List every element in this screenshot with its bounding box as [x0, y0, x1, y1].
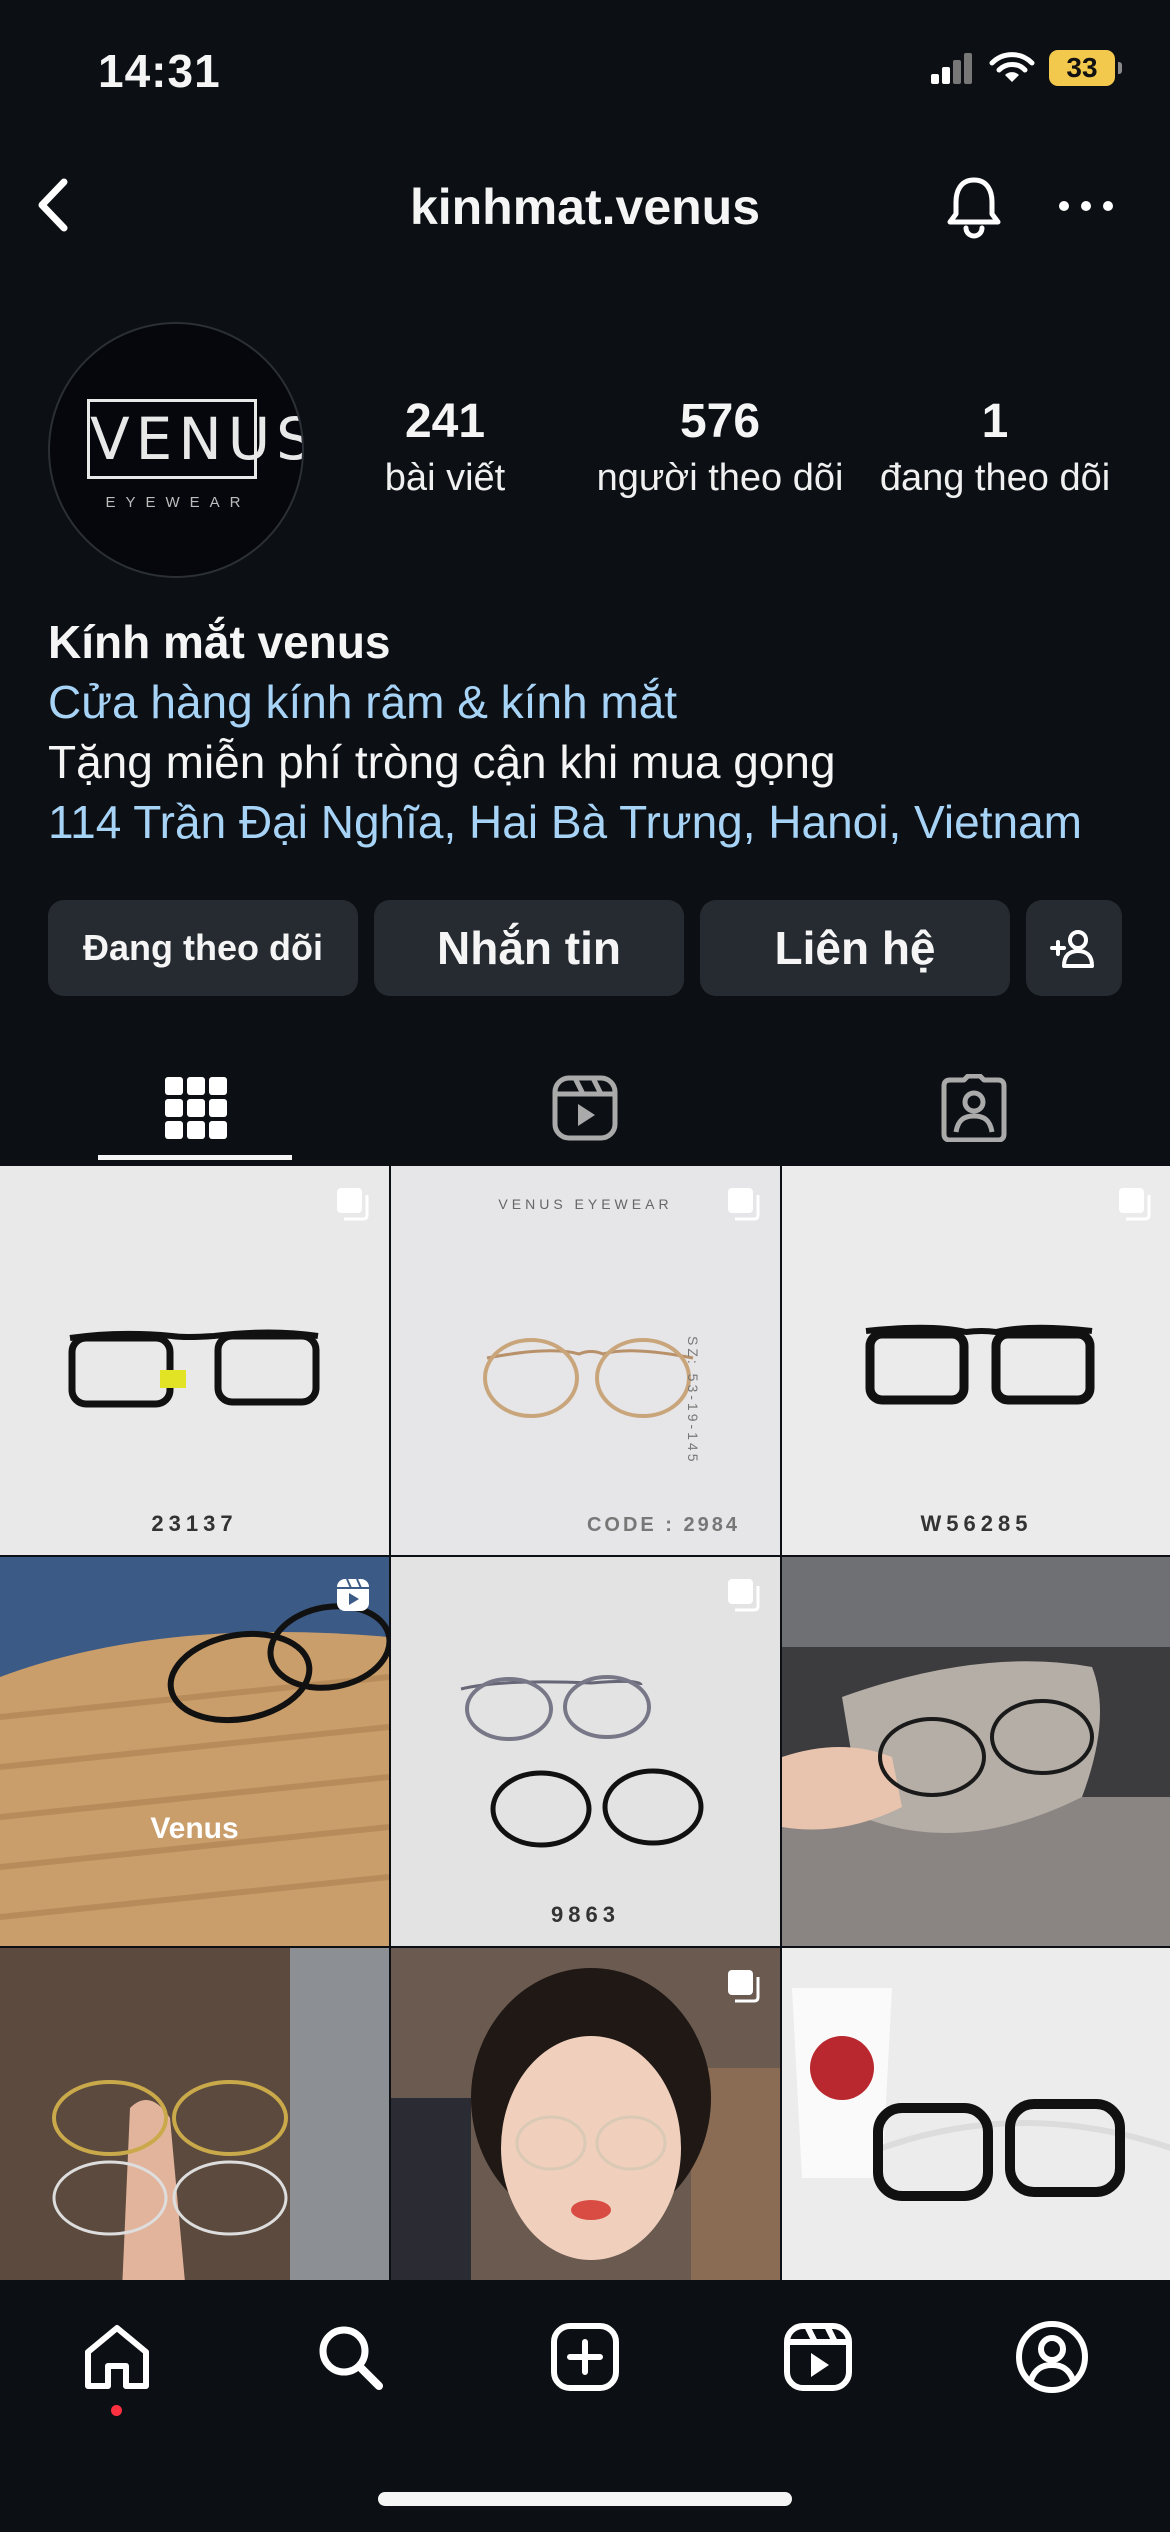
wifi-icon	[989, 52, 1035, 82]
profile-tabs	[0, 1050, 1170, 1165]
carousel-icon	[728, 1970, 760, 2003]
nav-profile[interactable]	[1007, 2312, 1097, 2402]
tab-reels[interactable]	[487, 1050, 682, 1165]
stat-followers-count: 576	[679, 395, 761, 448]
post-photo-hand-case	[782, 1557, 1170, 1946]
post-photo-model	[391, 1948, 780, 2280]
contact-button[interactable]: Liên hệ	[700, 900, 1010, 996]
avatar-logo-subtitle: EYEWEAR	[105, 494, 251, 511]
more-options-button[interactable]	[1050, 170, 1122, 242]
post-photo-glasses	[0, 1166, 389, 1555]
carousel-icon	[728, 1188, 760, 1221]
avatar-logo: VENUS	[87, 399, 302, 479]
post-photo-table-glasses	[0, 1557, 389, 1946]
post-side-text: SZ: 53-19-145	[685, 1336, 701, 1465]
profile-category[interactable]: Cửa hàng kính râm & kính mắt	[48, 672, 1138, 732]
post-tile[interactable]	[782, 1557, 1170, 1946]
home-icon	[85, 2325, 149, 2389]
back-button[interactable]	[20, 170, 90, 240]
battery-icon: 33	[1049, 50, 1122, 86]
post-tile[interactable]	[0, 1948, 389, 2280]
search-icon	[319, 2326, 383, 2390]
post-tile[interactable]	[782, 1948, 1170, 2280]
post-tile[interactable]: W56285	[782, 1166, 1170, 1555]
chevron-left-icon	[38, 178, 68, 232]
post-tile[interactable]: 9863	[391, 1557, 780, 1946]
tab-posts-grid[interactable]	[98, 1050, 293, 1165]
carousel-icon	[337, 1188, 369, 1221]
post-tile[interactable]	[391, 1948, 780, 2280]
stat-followers-label: người theo dõi	[596, 457, 844, 499]
cellular-signal-icon	[931, 53, 972, 84]
reel-indicator-icon	[337, 1578, 369, 1611]
more-horizontal-icon	[1059, 201, 1113, 211]
post-photo-cup-glasses	[782, 1948, 1170, 2280]
post-caption: W56285	[920, 1511, 1033, 1536]
post-tile[interactable]: VENUS EYEWEAR SZ: 53-19-145 CODE : 2984	[391, 1166, 780, 1555]
nav-create[interactable]	[540, 2312, 630, 2402]
post-tile[interactable]: 23137	[0, 1166, 389, 1555]
nav-search[interactable]	[305, 2312, 395, 2402]
reels-icon	[784, 2323, 852, 2391]
stat-following-count: 1	[981, 395, 1009, 448]
post-caption: 23137	[151, 1511, 238, 1536]
status-icons: 33	[929, 50, 1122, 86]
carousel-icon	[728, 1579, 760, 1612]
stat-posts-count: 241	[404, 395, 486, 448]
message-button[interactable]: Nhắn tin	[374, 900, 684, 996]
profile-address-link[interactable]: 114 Trần Đại Nghĩa, Hai Bà Trưng, Hanoi,…	[48, 792, 1138, 852]
stat-following[interactable]: 1 đang theo dõi	[865, 392, 1125, 504]
active-tab-indicator	[98, 1155, 292, 1160]
profile-bio: Kính mắt venus Cửa hàng kính râm & kính …	[48, 612, 1138, 852]
profile-avatar[interactable]: VENUS EYEWEAR	[48, 322, 304, 578]
carousel-icon	[1119, 1188, 1151, 1221]
bottom-navigation	[0, 2282, 1170, 2532]
create-icon	[551, 2323, 619, 2391]
profile-display-name: Kính mắt venus	[48, 616, 391, 668]
notifications-button[interactable]	[938, 170, 1010, 242]
reels-icon	[552, 1075, 617, 1140]
post-grid: 23137 VENUS EYEWEAR SZ: 53-19-145 CODE :…	[0, 1166, 1170, 2280]
add-person-icon	[1050, 930, 1094, 968]
profile-bio-text: Tặng miễn phí tròng cận khi mua gọng	[48, 736, 836, 788]
status-bar: 14:31 33	[0, 0, 1170, 150]
stat-following-label: đang theo dõi	[879, 457, 1111, 499]
grid-icon	[164, 1076, 227, 1139]
stat-posts[interactable]: 241 bài viết	[355, 392, 535, 504]
nav-reels[interactable]	[773, 2312, 863, 2402]
nav-home[interactable]	[72, 2312, 162, 2402]
post-caption: CODE : 2984	[586, 1514, 740, 1536]
tab-tagged[interactable]	[876, 1050, 1071, 1165]
post-tile[interactable]: Venus	[0, 1557, 389, 1946]
post-photo-hand-glasses	[0, 1948, 389, 2280]
tagged-person-icon	[941, 1073, 1006, 1142]
post-photo-glasses	[391, 1166, 780, 1555]
following-button[interactable]: Đang theo dõi	[48, 900, 358, 996]
bell-icon	[947, 177, 1001, 239]
post-caption: 9863	[551, 1902, 620, 1927]
suggest-people-button[interactable]	[1026, 900, 1122, 996]
post-photo-glasses	[782, 1166, 1170, 1555]
status-time: 14:31	[98, 45, 221, 97]
profile-header: kinhmat.venus	[0, 150, 1170, 265]
profile-icon	[1016, 2321, 1088, 2393]
home-indicator	[378, 2492, 792, 2506]
stat-followers[interactable]: 576 người theo dõi	[585, 392, 855, 504]
post-photo-two-glasses	[391, 1557, 780, 1946]
stat-posts-label: bài viết	[384, 457, 506, 499]
home-notification-dot	[111, 2405, 122, 2416]
post-header-text: VENUS EYEWEAR	[498, 1196, 673, 1212]
post-watermark: Venus	[150, 1812, 239, 1845]
